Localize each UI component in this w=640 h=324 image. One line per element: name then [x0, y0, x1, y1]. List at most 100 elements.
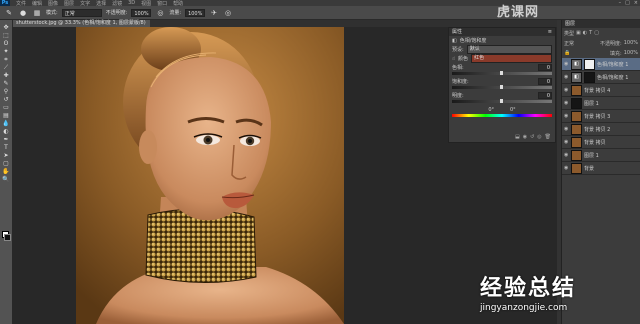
eye-icon[interactable]: ◉ [564, 61, 569, 67]
crop-tool-icon[interactable]: ⌗ [0, 56, 12, 64]
filter-pixel-icon[interactable]: ▣ [576, 30, 581, 36]
filter-type-icon[interactable]: T [589, 30, 592, 36]
saturation-slider[interactable] [452, 85, 552, 89]
lock-icon[interactable]: 🔒 [564, 50, 570, 56]
hue-value[interactable]: 0 [538, 64, 552, 71]
channel-select[interactable]: 红色 [471, 54, 552, 63]
brush-tool-icon[interactable]: ✎ [0, 80, 12, 88]
visibility-icon[interactable]: ◎ [537, 134, 541, 140]
lightness-slider[interactable] [452, 99, 552, 103]
eye-icon[interactable]: ◉ [564, 87, 569, 93]
properties-subtitle: 色相/饱和度 [459, 38, 487, 44]
blur-tool-icon[interactable]: 💧 [0, 120, 12, 128]
layer-name: 图层 1 [584, 152, 599, 159]
color-range-bar[interactable] [452, 114, 552, 117]
pressure-size-icon[interactable]: ◎ [223, 8, 233, 18]
type-tool-icon[interactable]: T [0, 144, 12, 152]
dodge-tool-icon[interactable]: ◐ [0, 128, 12, 136]
mode-label: 模式: [46, 10, 58, 16]
eye-icon[interactable]: ◉ [564, 139, 569, 145]
panel-menu-icon[interactable]: ≡ [548, 28, 552, 36]
brush-panel-icon[interactable]: ▦ [32, 8, 42, 18]
filter-shape-icon[interactable]: ▢ [594, 30, 599, 36]
layer-row[interactable]: ◉ 图层 1 [562, 97, 640, 110]
channel-row: ☝ 颜色 红色 [449, 54, 555, 63]
layer-row[interactable]: ◉ 图层 1 [562, 149, 640, 162]
saturation-value[interactable]: 0 [538, 78, 552, 85]
reset-icon[interactable]: ↺ [530, 134, 534, 140]
stamp-tool-icon[interactable]: ⚲ [0, 88, 12, 96]
layers-mode-select[interactable]: 正常 [564, 40, 574, 47]
zoom-tool-icon[interactable]: 🔍 [0, 176, 12, 184]
brush-tool-icon[interactable]: ✎ [4, 8, 14, 18]
watermark: 经验总结 jingyanzongjie.com [480, 270, 610, 324]
layer-row[interactable]: ◉ 背景 拷贝 3 [562, 110, 640, 123]
layer-thumbnail [571, 136, 582, 148]
lightness-value[interactable]: 0 [538, 92, 552, 99]
marquee-tool-icon[interactable]: ⬚ [0, 32, 12, 40]
eye-icon[interactable]: ◉ [564, 113, 569, 119]
portrait-photo [76, 27, 344, 324]
flow-field[interactable]: 100% [185, 8, 206, 17]
pen-tool-icon[interactable]: ✒ [0, 136, 12, 144]
flow-label: 流量: [169, 10, 182, 16]
hand-adjust-icon[interactable]: ☝ [452, 56, 455, 62]
layer-row[interactable]: ◉ ◧ 色相/饱和度 1 [562, 71, 640, 84]
layer-name: 色相/饱和度 1 [597, 74, 629, 81]
layers-filter-row: 类型 ▣ ◐ T ▢ [562, 28, 640, 38]
hand-tool-icon[interactable]: ✋ [0, 168, 12, 176]
range-row: 0° 0° [449, 105, 555, 114]
pressure-opacity-icon[interactable]: ◎ [155, 8, 165, 18]
layer-name: 图层 1 [584, 100, 599, 107]
layer-row[interactable]: ◉ 背景 拷贝 [562, 136, 640, 149]
clip-layer-icon[interactable]: ⬓ [515, 134, 520, 140]
eye-icon[interactable]: ◉ [564, 74, 569, 80]
eye-icon[interactable]: ◉ [564, 152, 569, 158]
path-select-icon[interactable]: ➤ [0, 152, 12, 160]
layer-name: 背景 拷贝 4 [584, 87, 611, 94]
layer-row[interactable]: ◉ 背景 [562, 162, 640, 175]
layer-row[interactable]: ◉ 背景 拷贝 4 [562, 84, 640, 97]
eraser-tool-icon[interactable]: ▭ [0, 104, 12, 112]
adjustment-layer-icon: ◧ [571, 58, 582, 70]
airbrush-icon[interactable]: ✈ [209, 8, 219, 18]
range-end: 0° [510, 106, 516, 113]
lasso-tool-icon[interactable]: ʘ [0, 40, 12, 48]
opacity-label: 不透明度: [105, 10, 128, 16]
brush-preset-icon[interactable]: ● [18, 8, 28, 18]
move-tool-icon[interactable]: ✥ [0, 24, 12, 32]
eyedropper-tool-icon[interactable]: ⟋ [0, 64, 12, 72]
mode-select[interactable]: 正常 [61, 8, 102, 17]
saturation-label: 饱和度: [452, 79, 469, 85]
portrait-illustration [76, 27, 344, 324]
watermark-top: 虎课网 [497, 5, 540, 20]
healing-tool-icon[interactable]: ✚ [0, 72, 12, 80]
document-tab[interactable]: shutterstock.jpg @ 33.3% (色相/饱和度 1, 图层蒙版… [12, 20, 150, 27]
opacity-field[interactable]: 100% [131, 8, 152, 17]
layer-thumbnail [571, 162, 582, 174]
history-brush-icon[interactable]: ↺ [0, 96, 12, 104]
gradient-tool-icon[interactable]: ▤ [0, 112, 12, 120]
layers-opacity-label: 不透明度: [600, 40, 622, 47]
background-color-swatch[interactable] [4, 234, 11, 241]
eye-icon[interactable]: ◉ [564, 100, 569, 106]
hue-slider[interactable] [452, 71, 552, 75]
eye-icon[interactable]: ◉ [564, 165, 569, 171]
preset-select[interactable]: 默认 [466, 45, 552, 54]
view-previous-icon[interactable]: ◉ [523, 134, 527, 140]
layer-row[interactable]: ◉ 背景 拷贝 2 [562, 123, 640, 136]
shape-tool-icon[interactable]: ▢ [0, 160, 12, 168]
filter-adjust-icon[interactable]: ◐ [583, 30, 587, 36]
eye-icon[interactable]: ◉ [564, 126, 569, 132]
channel-label: 颜色 [458, 56, 469, 62]
layers-opacity-value[interactable]: 100% [624, 40, 638, 46]
layers-kind-label[interactable]: 类型 [564, 30, 574, 37]
quick-select-tool-icon[interactable]: ✦ [0, 48, 12, 56]
options-bar: ✎ ● ▦ 模式: 正常 不透明度: 100% ◎ 流量: 100% ✈ ◎ [0, 6, 640, 20]
layers-fill-value[interactable]: 100% [624, 50, 638, 56]
layer-thumbnail [584, 58, 595, 70]
layer-thumbnail [571, 149, 582, 161]
layers-fill-label: 填充: [610, 50, 622, 57]
delete-icon[interactable]: 🗑 [545, 134, 551, 140]
layer-row[interactable]: ◉ ◧ 色相/饱和度 1 [562, 58, 640, 71]
